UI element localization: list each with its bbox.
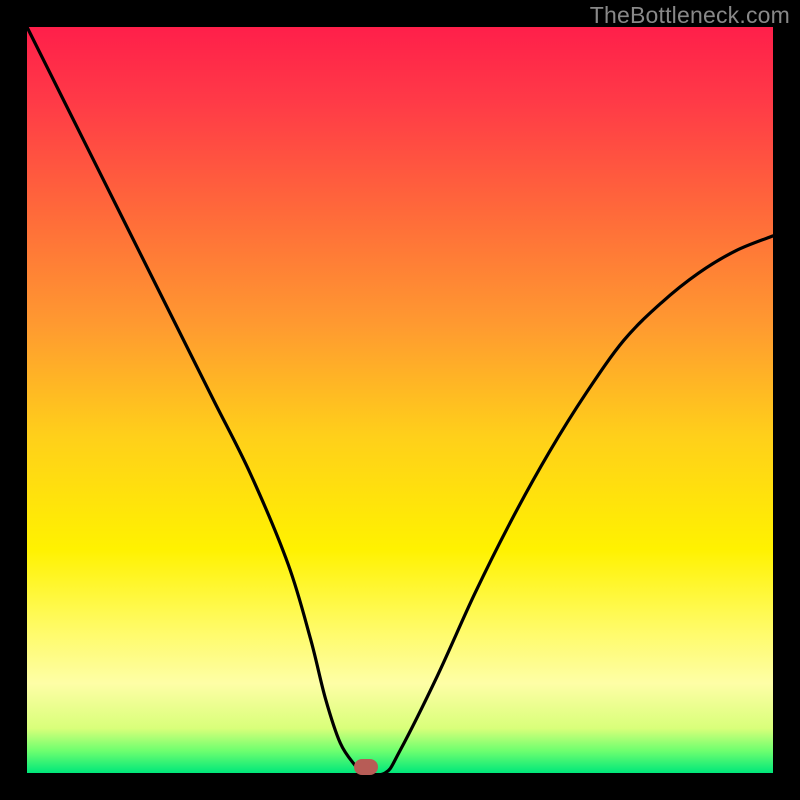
optimal-point-marker — [354, 759, 378, 775]
chart-frame: TheBottleneck.com — [0, 0, 800, 800]
watermark-text: TheBottleneck.com — [590, 2, 790, 29]
bottleneck-curve — [27, 27, 773, 773]
chart-plot-area — [27, 27, 773, 773]
